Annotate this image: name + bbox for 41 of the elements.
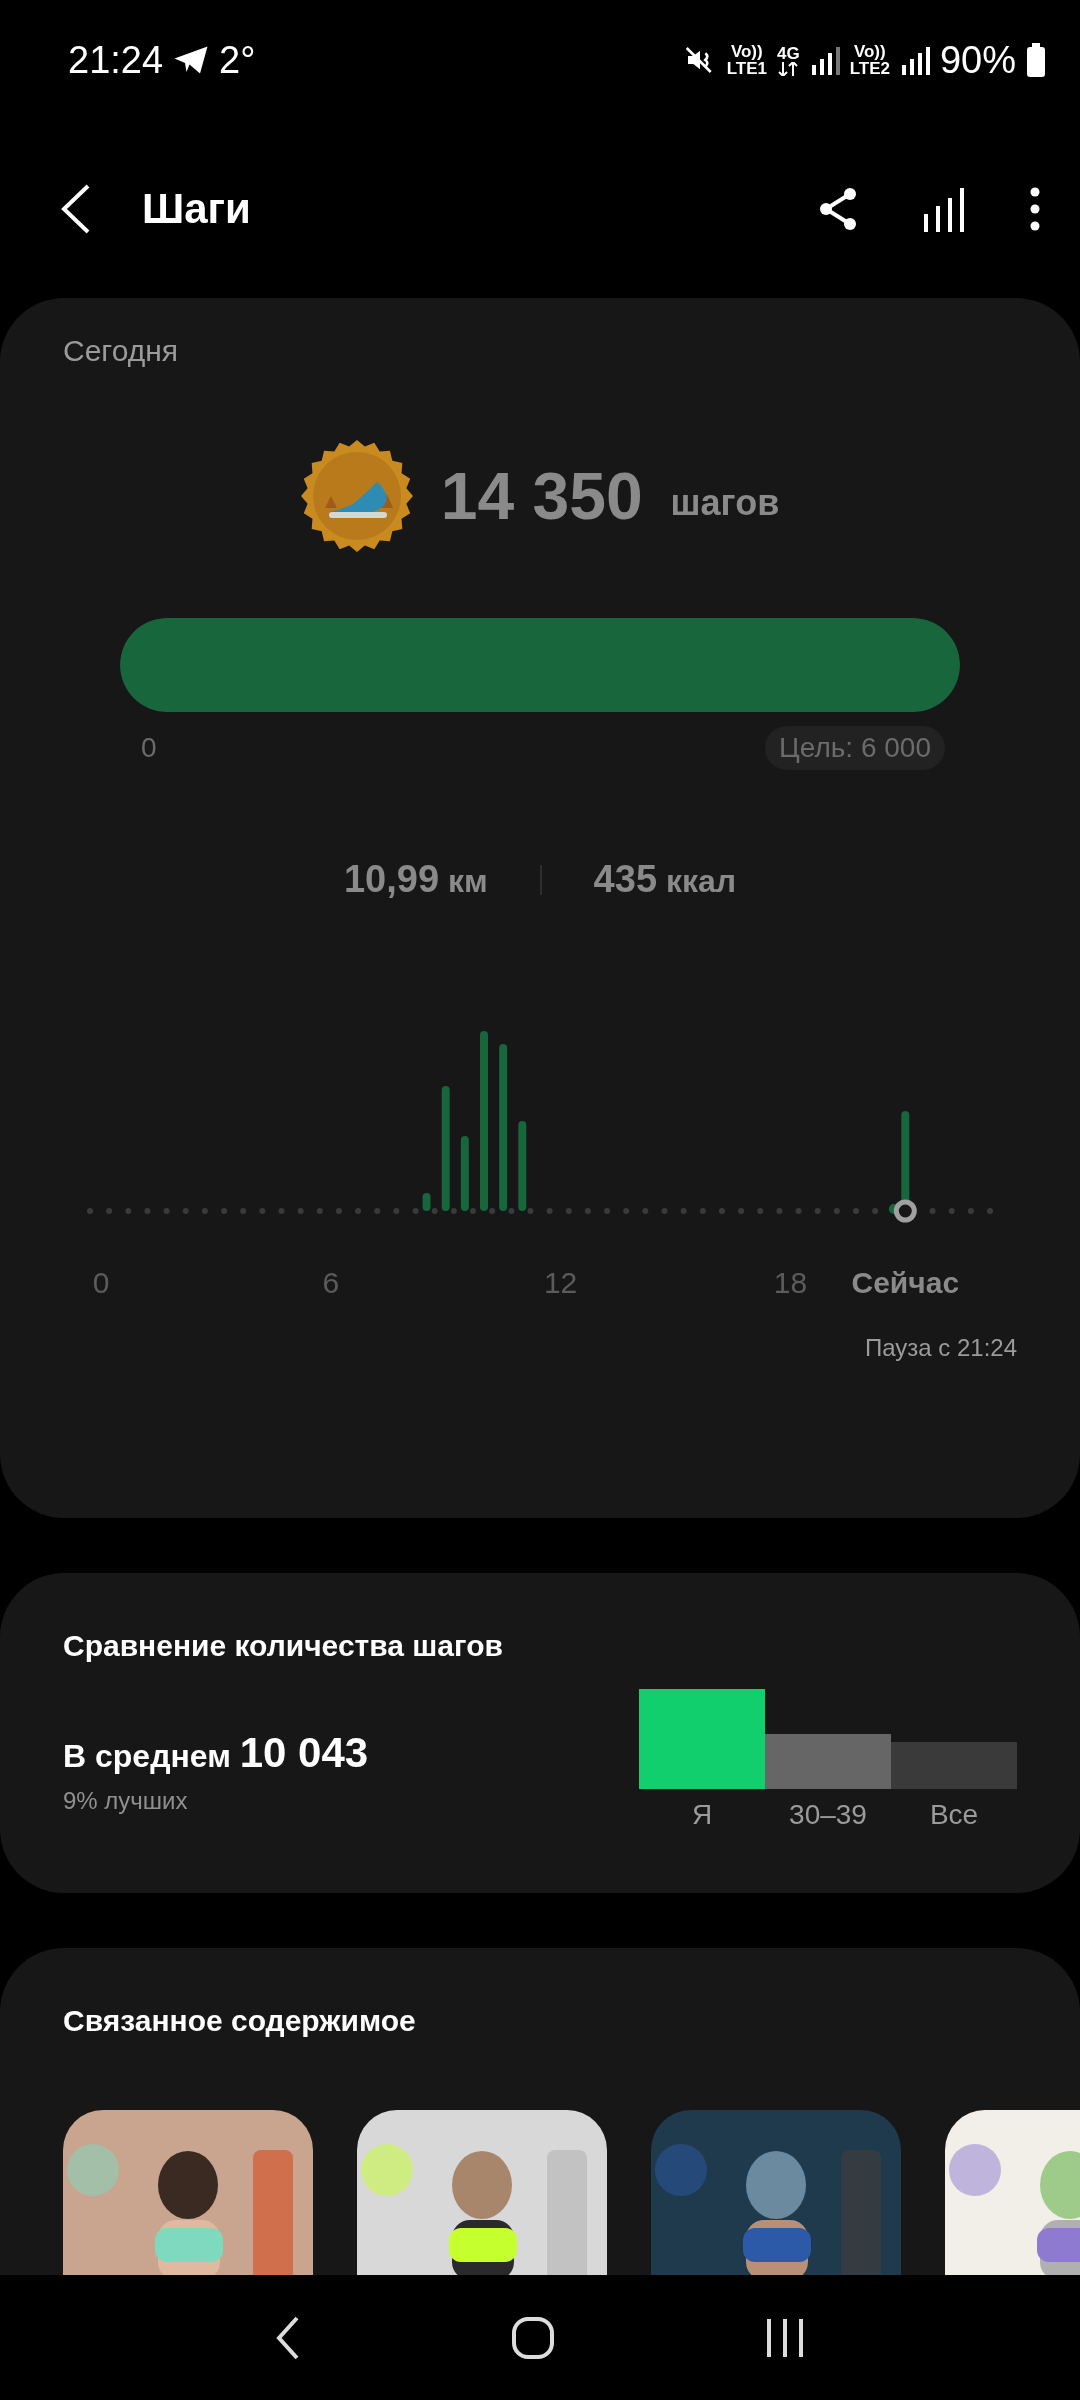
clock: 21:24 — [68, 38, 164, 82]
group-label: Все — [929, 1799, 979, 1831]
home-button[interactable] — [511, 2315, 555, 2360]
battery-icon — [1026, 43, 1046, 77]
more-button[interactable] — [1030, 187, 1040, 231]
axis-label: 12 — [543, 1266, 578, 1300]
distance: 10,99 км — [343, 858, 488, 901]
temperature: 2° — [219, 38, 256, 82]
now-label: Сейчас — [851, 1266, 960, 1300]
signal-icon — [899, 45, 930, 75]
section-title: Сравнение количества шагов — [63, 1629, 503, 1663]
goal-label: Цель: 6 000 — [765, 726, 945, 770]
pause-status: Пауза с 21:24 — [864, 1334, 1017, 1362]
volte-label: Vo)) — [853, 43, 886, 60]
signal-icon — [809, 45, 840, 75]
volte-label: Vo)) — [730, 43, 763, 60]
progress-start: 0 — [141, 732, 157, 764]
date-label: Сегодня — [63, 334, 178, 368]
page-title: Шаги — [142, 185, 252, 233]
now-marker — [893, 1199, 917, 1223]
paper-plane-icon — [173, 45, 210, 75]
activity-bar — [422, 1193, 431, 1211]
back-button[interactable] — [275, 2315, 301, 2360]
group-label: 30–39 — [789, 1799, 867, 1831]
axis-label: 6 — [322, 1266, 340, 1300]
axis-label: 0 — [92, 1266, 110, 1300]
step-count: 14 350 — [440, 458, 643, 534]
battery-percent: 90% — [939, 38, 1016, 82]
group-label: Я — [691, 1799, 713, 1831]
recents-button[interactable] — [765, 2316, 805, 2359]
axis-label: 18 — [773, 1266, 808, 1300]
data-arrows-icon — [778, 61, 799, 76]
average-steps: В среднем 10 043 — [63, 1729, 369, 1777]
section-title: Связанное содержимое — [63, 2004, 416, 2038]
sim-label: LTE2 — [849, 60, 890, 77]
rank-label: 9% лучших — [63, 1787, 189, 1815]
network-type: 4G — [776, 44, 800, 62]
sim-label: LTE1 — [726, 60, 767, 77]
step-unit: шагов — [670, 482, 780, 524]
shoe-badge-icon — [300, 440, 413, 552]
calories: 435 ккал — [593, 858, 737, 901]
